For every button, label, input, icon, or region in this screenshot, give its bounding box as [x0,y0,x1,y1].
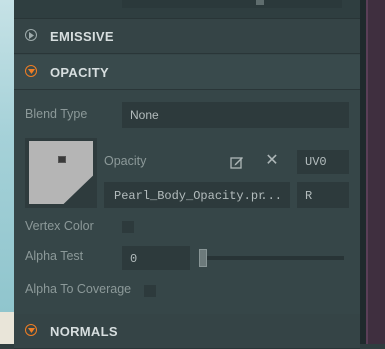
viewport-floor [0,312,14,344]
alpha-to-coverage-label: Alpha To Coverage [25,282,132,296]
previous-section-fragment [14,0,360,19]
previous-slider-handle[interactable] [256,0,264,5]
color-channel-select[interactable]: R [297,182,349,208]
browse-file-button[interactable]: ... [260,189,282,203]
texture-file-field[interactable]: Pearl_Body_Opacity.pr ... [104,182,290,208]
texture-placeholder-icon [58,156,66,163]
section-title: NORMALS [50,324,118,339]
collapse-chevron-icon [25,324,37,336]
3d-viewport[interactable] [0,0,14,344]
blend-type-select[interactable]: None [122,102,349,128]
material-inspector-panel: EMISSIVE OPACITY Blend Type None Opacity… [14,0,360,349]
alpha-test-input[interactable]: 0 [122,246,190,270]
alpha-test-slider-handle[interactable] [199,249,207,267]
section-title: EMISSIVE [50,29,114,44]
opacity-label: Opacity [104,154,147,168]
divider [366,0,368,344]
uv-channel-select[interactable]: UV0 [297,150,349,174]
section-emissive[interactable]: EMISSIVE [14,19,360,54]
blend-type-label: Blend Type [25,107,88,121]
adjacent-panel-edge [366,0,385,344]
texture-file-name: Pearl_Body_Opacity.pr [114,189,266,203]
edit-icon[interactable] [230,155,244,169]
close-icon[interactable]: ✕ [265,153,279,169]
alpha-test-slider-track[interactable] [204,256,344,260]
alpha-test-label: Alpha Test [25,249,84,263]
vertex-color-label: Vertex Color [25,219,94,233]
alpha-to-coverage-checkbox[interactable] [144,285,156,297]
section-title: OPACITY [50,65,109,80]
collapse-chevron-icon [25,65,37,77]
section-opacity[interactable]: OPACITY [14,55,360,90]
vertex-color-checkbox[interactable] [122,221,134,233]
previous-field[interactable] [122,0,342,8]
expand-play-icon [25,29,37,41]
